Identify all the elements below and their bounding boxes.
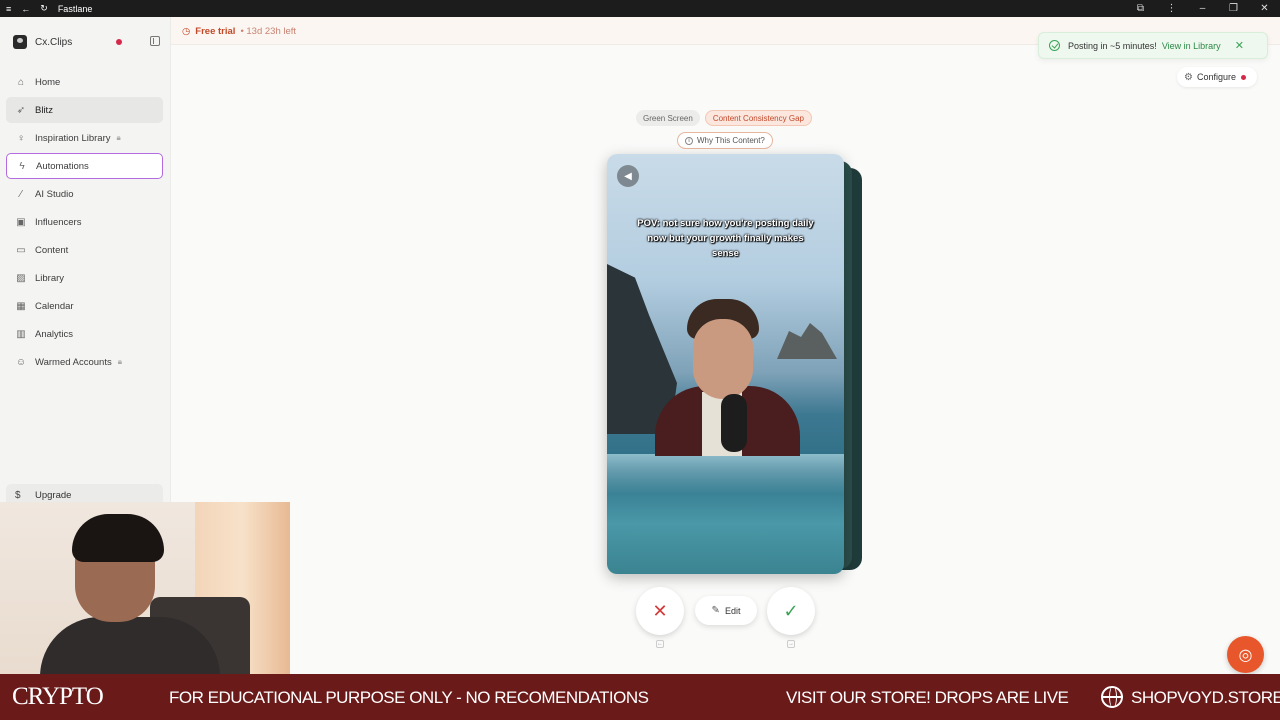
sidebar-item-automations[interactable]: ϟ Automations: [6, 153, 163, 179]
video-person-face: [693, 319, 753, 399]
why-this-content-button[interactable]: i Why This Content?: [677, 132, 773, 149]
approve-button[interactable]: ✓: [767, 587, 815, 635]
view-in-library-link[interactable]: View in Library: [1162, 41, 1221, 51]
sidebar-item-label: Warmed Accounts: [35, 356, 112, 368]
trial-remaining: • 13d 23h left: [240, 26, 297, 37]
shortcut-left-icon: ←: [656, 640, 664, 648]
sidebar-item-label: Home: [35, 76, 61, 88]
check-icon: ✓: [783, 600, 799, 621]
avatar: [13, 35, 27, 49]
ticker-promo: VISIT OUR STORE! DROPS ARE LIVE: [786, 688, 1069, 707]
extensions-icon[interactable]: ⧉: [1125, 3, 1156, 14]
info-icon: i: [685, 136, 693, 145]
why-label: Why This Content?: [697, 136, 765, 145]
stream-ticker: CRYPTO FOR EDUCATIONAL PURPOSE ONLY - NO…: [0, 674, 1280, 720]
edit-label: Edit: [724, 605, 741, 616]
bar-chart-icon: ▥: [16, 328, 26, 340]
sidebar-item-label: Inspiration Library: [35, 132, 111, 144]
sidebar-item-content[interactable]: ▭ Content: [6, 237, 163, 263]
sidebar-item-home[interactable]: ⌂ Home: [6, 69, 163, 95]
configure-label: Configure: [1196, 72, 1236, 82]
gear-icon: ⚙: [1184, 71, 1193, 83]
speaker-icon[interactable]: ◀︎: [617, 165, 639, 187]
sidebar-item-library[interactable]: ▨ Library: [6, 265, 163, 291]
close-icon[interactable]: ✕: [1235, 39, 1244, 52]
app-title: Fastlane: [57, 3, 93, 14]
notification-dot: [116, 39, 122, 45]
ticker-store: SHOPVOYD.STORE: [1131, 688, 1280, 707]
sidebar-item-label: Analytics: [35, 328, 74, 340]
check-circle-icon: [1049, 40, 1060, 51]
wand-icon: ⁄: [20, 188, 22, 200]
upgrade-label: Upgrade: [35, 489, 72, 501]
sidebar-item-label: AI Studio: [35, 188, 74, 200]
clock-icon: ◷: [182, 26, 191, 37]
sidebar-item-inspiration-library[interactable]: ♀ Inspiration Library 🔒︎: [6, 125, 163, 151]
workspace-switcher[interactable]: Cx.Clips: [13, 35, 72, 49]
bolt-icon: ϟ: [19, 160, 25, 172]
sidebar-item-ai-studio[interactable]: ⁄ AI Studio: [6, 181, 163, 207]
edit-button[interactable]: ✎ Edit: [695, 596, 757, 625]
sidebar-item-label: Calendar: [35, 300, 74, 312]
video-foam: [607, 454, 844, 494]
close-icon[interactable]: ✕: [1249, 3, 1280, 14]
tag-green-screen: Green Screen: [636, 110, 700, 126]
trial-label: Free trial: [195, 26, 236, 37]
home-icon: ⌂: [17, 76, 25, 88]
more-icon[interactable]: ⋮: [1156, 3, 1187, 14]
support-chat-button[interactable]: ◎: [1227, 636, 1264, 673]
globe-icon: [1101, 686, 1123, 708]
webcam-overlay: [0, 502, 290, 674]
dollar-icon: $: [15, 489, 21, 501]
minimize-icon[interactable]: –: [1187, 3, 1218, 14]
users-icon: ☺: [15, 356, 27, 368]
sidebar-item-influencers[interactable]: ▣ Influencers: [6, 209, 163, 235]
ticker-brand: CRYPTO: [12, 683, 104, 710]
ticker-disclaimer: FOR EDUCATIONAL PURPOSE ONLY - NO RECOME…: [169, 688, 649, 707]
browser-titlebar: ≡ ← ↻ Fastlane ⧉ ⋮ – ❐ ✕: [0, 0, 1280, 17]
pencil-icon: ✎: [711, 605, 720, 616]
id-card-icon: ▣: [16, 216, 26, 228]
posting-toast: Posting in ~5 minutes! View in Library ✕: [1038, 32, 1268, 59]
content-icon: ▭: [16, 244, 26, 256]
video-microphone: [721, 394, 747, 452]
configure-button[interactable]: ⚙ Configure: [1177, 67, 1257, 87]
reject-button[interactable]: ✕: [636, 587, 684, 635]
sidebar-item-label: Blitz: [35, 104, 53, 116]
trial-status[interactable]: ◷ Free trial • 13d 23h left: [182, 26, 296, 37]
back-icon[interactable]: ←: [21, 4, 30, 14]
chat-icon: ◎: [1238, 646, 1253, 664]
content-tags: Green Screen Content Consistency Gap: [636, 110, 812, 126]
tag-content-consistency-gap: Content Consistency Gap: [704, 110, 812, 126]
sidebar-item-analytics[interactable]: ▥ Analytics: [6, 321, 163, 347]
sidebar-item-label: Influencers: [35, 216, 82, 228]
sidebar-item-label: Library: [35, 272, 65, 284]
sidebar-item-warmed-accounts[interactable]: ☺ Warmed Accounts 🔒︎: [6, 349, 163, 375]
rocket-icon: ➶: [16, 104, 26, 116]
toast-message: Posting in ~5 minutes!: [1068, 40, 1157, 51]
sidebar-item-label: Content: [35, 244, 69, 256]
shortcut-right-icon: →: [787, 640, 795, 648]
notification-dot: [1241, 74, 1246, 80]
collapse-sidebar-icon[interactable]: [150, 36, 160, 46]
restore-icon[interactable]: ❐: [1218, 3, 1249, 14]
sidebar-item-calendar[interactable]: ▦ Calendar: [6, 293, 163, 319]
sidebar-item-blitz[interactable]: ➶ Blitz: [6, 97, 163, 123]
reload-icon[interactable]: ↻: [40, 3, 48, 14]
calendar-icon: ▦: [16, 300, 26, 312]
image-icon: ▨: [16, 272, 26, 284]
sidebar-nav: ⌂ Home ➶ Blitz ♀ Inspiration Library 🔒︎ ϟ Aut…: [6, 69, 163, 377]
sidebar-item-label: Automations: [36, 160, 89, 172]
webcam-person-hair: [72, 514, 164, 562]
video-rocks: [777, 323, 837, 359]
lock-icon: 🔒︎: [116, 133, 121, 142]
lock-icon: 🔒︎: [117, 357, 122, 366]
menu-icon[interactable]: ≡: [6, 4, 11, 14]
video-preview[interactable]: POV: not sure how you're posting daily n…: [607, 154, 844, 574]
x-icon: ✕: [652, 600, 668, 621]
workspace-name: Cx.Clips: [35, 36, 73, 48]
lightbulb-icon: ♀: [17, 132, 25, 144]
video-caption: POV: not sure how you're posting daily n…: [637, 218, 814, 259]
